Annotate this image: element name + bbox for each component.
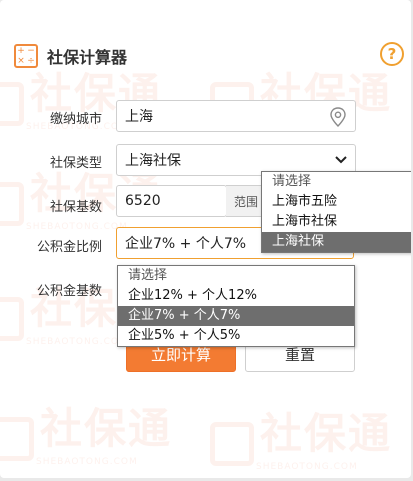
location-pin-icon[interactable]	[329, 107, 347, 127]
city-label: 缴纳城市	[49, 112, 102, 127]
calculator-icon: + − × ÷	[14, 44, 38, 68]
fund-ratio-label: 公积金比例	[36, 240, 102, 255]
dropdown-option-selected[interactable]: 上海社保	[262, 232, 411, 252]
chevron-down-icon	[335, 156, 347, 164]
dropdown-option[interactable]: 请选择	[118, 266, 354, 286]
fund-ratio-value: 企业7% + 个人7%	[125, 236, 247, 252]
type-value: 上海社保	[125, 153, 181, 169]
type-dropdown: 请选择 上海市五险 上海市社保 上海社保	[261, 171, 411, 253]
dropdown-option[interactable]: 上海市五险	[262, 192, 411, 212]
fund-base-label: 公积金基数	[36, 284, 102, 299]
base-input[interactable]: 6520	[116, 185, 227, 217]
type-label: 社保类型	[49, 156, 102, 171]
fund-ratio-dropdown: 请选择 企业12% + 个人12% 企业7% + 个人7% 企业5% + 个人5…	[117, 265, 355, 347]
watermark: 社保通SHEBAOTONG.COM	[0, 395, 172, 467]
dropdown-option[interactable]: 企业12% + 个人12%	[118, 286, 354, 306]
city-value: 上海	[125, 109, 153, 125]
page-title: 社保计算器	[47, 50, 128, 67]
dropdown-option[interactable]: 企业5% + 个人5%	[118, 326, 354, 346]
dropdown-option[interactable]: 请选择	[262, 172, 411, 192]
dropdown-option-selected[interactable]: 企业7% + 个人7%	[118, 306, 354, 326]
range-addon: 范围	[226, 185, 266, 217]
city-input[interactable]: 上海	[116, 100, 356, 132]
calculator-card: 社保通SHEBAOTONG.COM 社保通SHEBAOTONG.COM 社保通S…	[0, 0, 411, 478]
base-label: 社保基数	[49, 200, 102, 215]
watermark: 社保通SHEBAOTONG.COM	[210, 400, 392, 472]
help-icon[interactable]: ?	[380, 42, 404, 66]
dropdown-option[interactable]: 上海市社保	[262, 212, 411, 232]
base-value: 6520	[125, 193, 161, 209]
page-header: + − × ÷ 社保计算器	[14, 42, 127, 70]
